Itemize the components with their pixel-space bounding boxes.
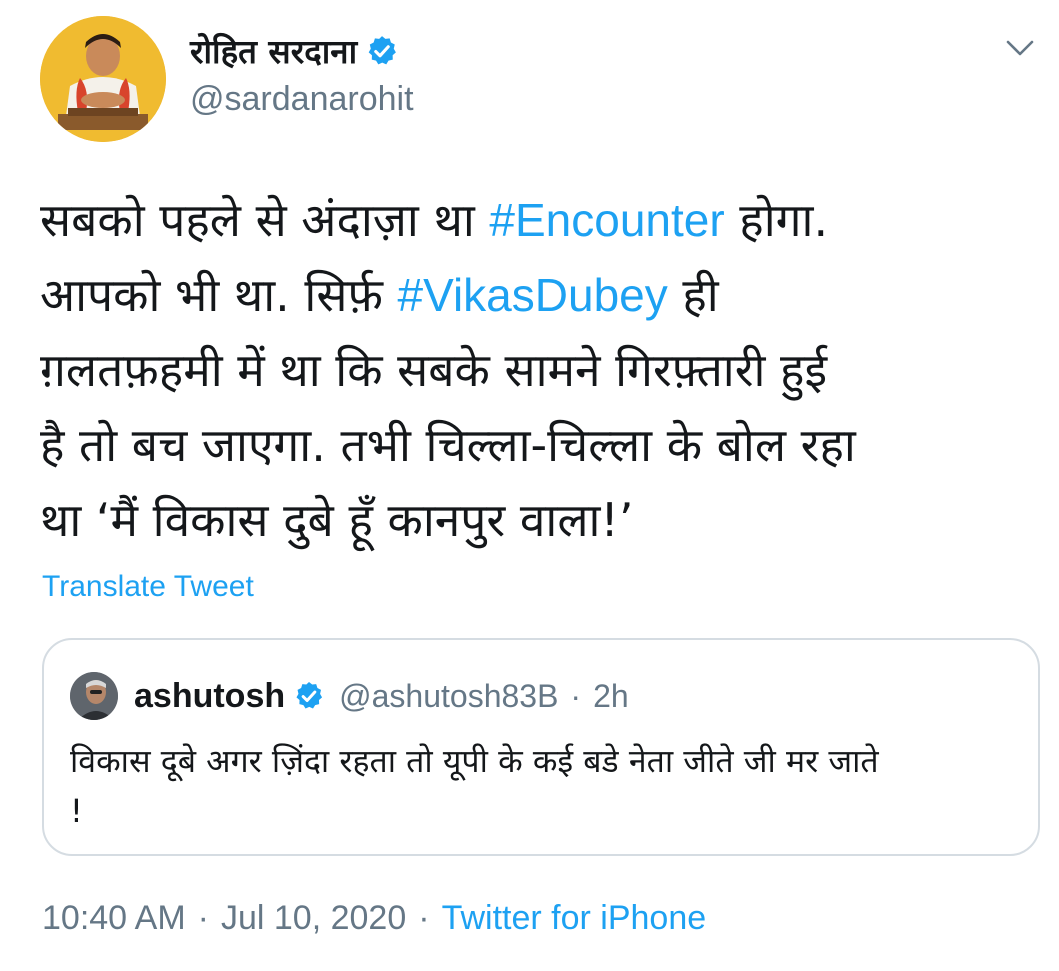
quoted-tweet-line: ! [70,792,83,830]
tweet-text: सबको पहले से अंदाज़ा था #Encounter होगा.… [40,183,1040,558]
verified-badge-icon [365,34,399,68]
quoted-author-handle[interactable]: @ashutosh83B [339,678,558,715]
translate-tweet-link[interactable]: Translate Tweet [42,570,254,604]
tweet-text-segment: ग़लतफ़हमी में था कि सबके सामने गिरफ़्तार… [40,343,828,397]
quoted-tweet-line: विकास दूबे अगर ज़िंदा रहता तो यूपी के कई… [70,742,879,780]
quoted-avatar-photo [70,672,118,720]
quoted-tweet[interactable]: ashutosh @ashutosh83B · 2h विकास दूबे अग… [42,638,1040,856]
tweet-text-segment: है तो बच जाएगा. तभी चिल्ला-चिल्ला के बोल… [40,418,856,472]
quoted-verified-badge-icon [293,680,325,712]
chevron-down-icon[interactable] [1000,28,1040,68]
tweet-text-segment: ही [667,268,719,322]
quoted-tweet-text: विकास दूबे अगर ज़िंदा रहता तो यूपी के कई… [70,736,1020,836]
author-display-name-row[interactable]: रोहित सरदाना [190,28,399,73]
tweet-text-line: था ‘मैं विकास दुबे हूँ कानपुर वाला!’ [40,483,1040,558]
quoted-tweet-header: ashutosh @ashutosh83B · 2h [134,670,629,722]
author-display-name[interactable]: रोहित सरदाना [190,28,357,73]
author-avatar[interactable] [40,16,166,142]
tweet-meta: 10:40 AM · Jul 10, 2020 · Twitter for iP… [42,893,706,943]
tweet-text-segment: सबको पहले से अंदाज़ा था [40,193,490,247]
meta-separator: · [197,898,209,937]
tweet-card: रोहित सरदाना @sardanarohit सबको पहले से … [0,0,1059,971]
tweet-text-line: आपको भी था. सिर्फ़ #VikasDubey ही [40,258,1040,333]
tweet-text-segment: था ‘मैं विकास दुबे हूँ कानपुर वाला!’ [40,493,634,547]
tweet-text-segment: आपको भी था. सिर्फ़ [40,268,398,322]
tweet-text-segment: होगा. [724,193,829,247]
quoted-author-display-name[interactable]: ashutosh [134,677,285,716]
meta-separator: · [418,898,430,937]
quoted-separator: · [570,677,582,714]
quoted-timestamp[interactable]: 2h [593,678,629,715]
tweet-time[interactable]: 10:40 AM [42,899,186,938]
hashtag-link[interactable]: #VikasDubey [398,269,668,321]
tweet-date[interactable]: Jul 10, 2020 [221,899,406,938]
tweet-text-line: है तो बच जाएगा. तभी चिल्ला-चिल्ला के बोल… [40,408,1040,483]
hashtag-link[interactable]: #Encounter [489,194,724,246]
tweet-text-line: सबको पहले से अंदाज़ा था #Encounter होगा. [40,183,1040,258]
author-handle[interactable]: @sardanarohit [190,80,414,119]
tweet-source-link[interactable]: Twitter for iPhone [442,899,707,938]
tweet-text-line: ग़लतफ़हमी में था कि सबके सामने गिरफ़्तार… [40,333,1040,408]
avatar-photo [40,16,166,142]
quoted-author-avatar[interactable] [70,672,118,720]
